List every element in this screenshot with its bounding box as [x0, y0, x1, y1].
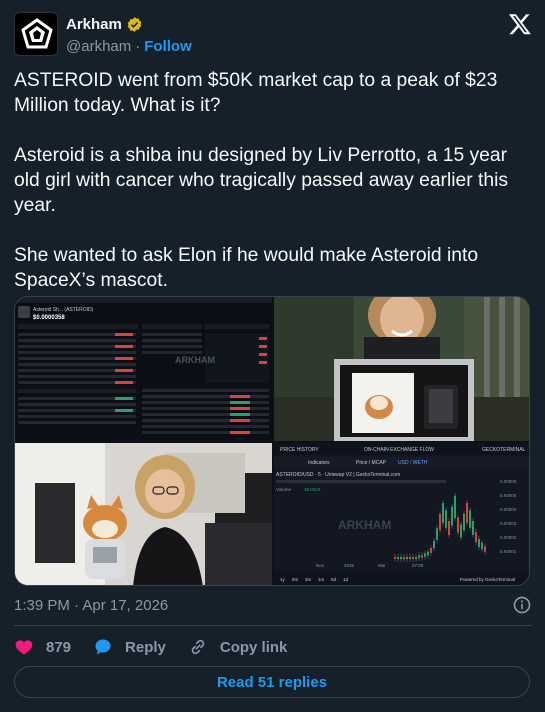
price-mcap-label: Price / MCAP: [356, 460, 387, 466]
y-tick-label: 0.00002: [500, 535, 517, 540]
display-name[interactable]: Arkham: [66, 16, 122, 33]
tweet-paragraph: She wanted to ask Elon if he would make …: [14, 245, 479, 291]
y-tick-label: 0.00004: [500, 507, 517, 512]
tweet-actions: 879 Reply Copy link: [14, 634, 309, 660]
copy-link-label: Copy link: [219, 638, 288, 656]
token-price-text: $0.0000358: [33, 315, 65, 321]
follow-button[interactable]: Follow: [144, 38, 192, 55]
read-replies-label: Read 51 replies: [216, 673, 328, 691]
pair-title: ASTEROID/USD · 5 · Uniswap V2 | GeckoTer…: [276, 472, 400, 478]
range-5d: 5d: [331, 577, 337, 582]
powered-by-text: Powered by GeckoTerminal: [460, 577, 515, 582]
tweet-meta: 1:39 PM · Apr 17, 2026: [14, 594, 532, 616]
y-tick-label: 0.00001: [500, 549, 517, 554]
media-photo-girl-with-plush[interactable]: [15, 443, 272, 585]
read-replies-button[interactable]: Read 51 replies: [14, 666, 530, 698]
y-tick-label: 0.00005: [500, 493, 517, 498]
media-arkham-dashboard-screenshot[interactable]: Asteroid Sh... (ASTEROID) $0.0000358 ARK…: [15, 297, 272, 441]
reply-bubble-icon: [95, 639, 111, 655]
reply-label: Reply: [125, 638, 166, 656]
copy-link-button[interactable]: Copy link: [188, 637, 288, 657]
range-3m: 3m: [305, 577, 312, 582]
volume-label: Volume: [276, 487, 292, 492]
range-1y: 1y: [280, 577, 286, 582]
media-photo-girl-with-drawing[interactable]: [274, 297, 529, 441]
y-tick-label: 0.00003: [500, 521, 517, 526]
media-grid: Asteroid Sh... (ASTEROID) $0.0000358 ARK…: [14, 296, 530, 586]
x-tick: 07:00: [412, 563, 424, 568]
tab-geckoterminal: GECKOTERMINAL: [482, 447, 526, 453]
tweet-text: ASTEROID went from $50K market cap to a …: [14, 68, 532, 293]
reply-button[interactable]: Reply: [93, 637, 166, 657]
link-icon: [191, 639, 205, 655]
tweet-header: Arkham @arkham · Follow: [14, 12, 532, 58]
x-tick: 2026: [344, 563, 355, 568]
timestamp[interactable]: 1:39 PM · Apr 17, 2026: [14, 597, 168, 614]
tab-onchain-flow: ON-CHAIN EXCHANGE FLOW: [364, 447, 434, 453]
author-names: Arkham @arkham · Follow: [66, 14, 192, 57]
like-count: 879: [46, 638, 72, 656]
avatar[interactable]: [14, 12, 58, 56]
info-icon[interactable]: [512, 595, 532, 615]
like-button[interactable]: 879: [14, 637, 71, 657]
indicators-label: Indicators: [308, 460, 330, 466]
divider: [14, 625, 532, 626]
x-logo-icon[interactable]: [508, 12, 532, 36]
x-tick: Nov: [316, 563, 325, 568]
arkham-watermark: ARKHAM: [175, 355, 215, 365]
tweet-paragraph: Asteroid is a shiba inu designed by Liv …: [14, 145, 509, 216]
chart-watermark: ARKHAM: [338, 518, 391, 532]
range-1d: 1d: [343, 577, 349, 582]
volume-value: 38.0024: [304, 487, 321, 492]
usd-weth-label: USD / WETH: [398, 460, 428, 466]
verified-badge-icon: [127, 16, 142, 32]
range-1m: 1m: [318, 577, 325, 582]
media-price-chart-screenshot[interactable]: PRICE HISTORY ON-CHAIN EXCHANGE FLOW GEC…: [274, 443, 529, 585]
heart-icon: [15, 640, 33, 655]
token-name-text: Asteroid Sh... (ASTEROID): [33, 307, 94, 313]
tweet-paragraph: ASTEROID went from $50K market cap to a …: [14, 70, 498, 116]
range-6m: 6m: [292, 577, 299, 582]
x-tick: Mar: [378, 563, 386, 568]
separator-dot: ·: [135, 37, 141, 55]
tab-price-history: PRICE HISTORY: [280, 447, 319, 453]
arkham-logo-icon: [15, 13, 57, 55]
y-tick-label: 0.00006: [500, 479, 517, 484]
author-handle[interactable]: @arkham: [66, 38, 131, 55]
